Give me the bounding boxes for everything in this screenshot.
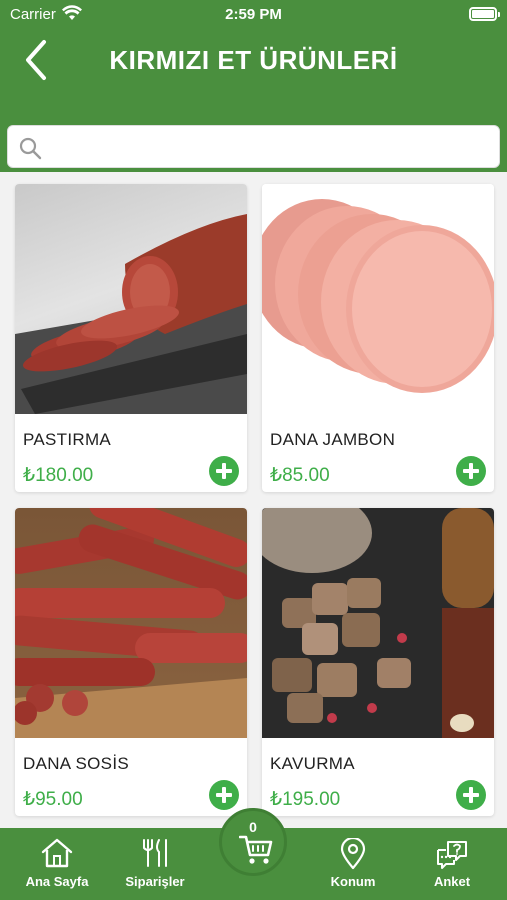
product-name: PASTIRMA xyxy=(23,430,112,449)
status-bar: Carrier 2:59 PM xyxy=(0,0,507,30)
tab-orders-label: Siparişler xyxy=(125,874,185,889)
product-card-kavurma[interactable]: KAVURMA ₺195.00 xyxy=(262,508,494,816)
search-input[interactable] xyxy=(52,132,492,162)
search-box[interactable] xyxy=(7,125,500,168)
product-card-pastirma[interactable]: PASTIRMA ₺180.00 xyxy=(15,184,247,492)
product-card-dana-sosis[interactable]: DANA SOSİS ₺95.00 xyxy=(15,508,247,816)
product-image xyxy=(262,508,494,738)
home-icon xyxy=(41,838,73,868)
cutlery-icon xyxy=(143,839,167,867)
add-to-cart-button[interactable] xyxy=(456,780,486,810)
product-price: ₺195.00 xyxy=(270,789,341,810)
product-price: ₺85.00 xyxy=(270,465,330,486)
product-image xyxy=(15,508,247,738)
tab-survey-label: Anket xyxy=(433,874,471,889)
tab-home[interactable]: Ana Sayfa xyxy=(12,828,102,900)
survey-chat-icon xyxy=(437,841,467,869)
product-name: KAVURMA xyxy=(270,754,355,773)
add-to-cart-button[interactable] xyxy=(209,780,239,810)
cart-count-badge: 0 xyxy=(249,819,257,835)
status-time: 2:59 PM xyxy=(225,6,282,23)
tab-survey[interactable]: Anket xyxy=(410,828,494,900)
battery-icon xyxy=(469,7,500,21)
add-to-cart-button[interactable] xyxy=(209,456,239,486)
tab-home-label: Ana Sayfa xyxy=(25,874,89,889)
product-card-dana-jambon[interactable]: DANA JAMBON ₺85.00 xyxy=(262,184,494,492)
tab-location-label: Konum xyxy=(330,874,376,889)
product-image xyxy=(262,184,494,414)
product-image xyxy=(15,184,247,414)
search-icon xyxy=(19,137,42,160)
tab-orders[interactable]: Siparişler xyxy=(112,828,198,900)
add-to-cart-button[interactable] xyxy=(456,456,486,486)
cart-button[interactable]: 0 xyxy=(219,808,287,876)
product-price: ₺180.00 xyxy=(23,465,94,486)
header-bar: Carrier 2:59 PM KIRMIZI ET ÜRÜNLERİ xyxy=(0,0,507,172)
location-pin-icon xyxy=(340,838,366,870)
page-title: KIRMIZI ET ÜRÜNLERİ xyxy=(109,45,398,75)
tab-location[interactable]: Konum xyxy=(308,828,398,900)
product-name: DANA SOSİS xyxy=(23,754,129,773)
cart-icon xyxy=(239,835,273,864)
product-name: DANA JAMBON xyxy=(270,430,396,449)
product-price: ₺95.00 xyxy=(23,789,83,810)
